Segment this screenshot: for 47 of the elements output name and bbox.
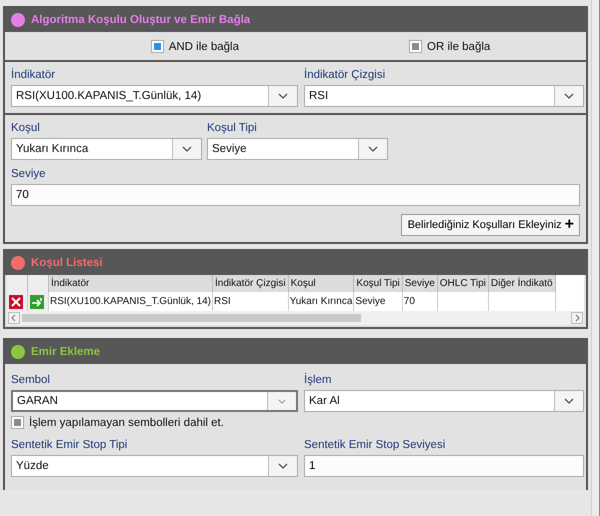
field-label: İşlem bbox=[304, 374, 332, 386]
chevron-down-icon bbox=[278, 93, 288, 99]
field-label: Koşul Tipi bbox=[207, 122, 258, 134]
stop-level-input[interactable]: 1 bbox=[304, 455, 584, 477]
chevron-down-icon bbox=[278, 398, 286, 404]
delete-icon[interactable] bbox=[9, 294, 23, 308]
field-label: İndikatör Çizgisi bbox=[304, 69, 386, 81]
chevron-down-icon bbox=[564, 398, 574, 404]
scroll-left-icon[interactable] bbox=[8, 312, 20, 324]
column-header[interactable]: Koşul bbox=[288, 275, 354, 292]
checkbox[interactable] bbox=[409, 40, 422, 53]
field-label: Sentetik Emir Stop Tipi bbox=[11, 439, 128, 451]
field-label: Sembol bbox=[11, 374, 51, 386]
panel-title: Algoritma Koşulu Oluştur ve Emir Bağla bbox=[31, 14, 250, 26]
checkbox[interactable] bbox=[11, 416, 24, 429]
field-label: İndikatör bbox=[11, 69, 56, 81]
stop-type-dropdown[interactable]: Yüzde bbox=[11, 455, 298, 477]
scroll-right-icon[interactable] bbox=[571, 312, 583, 324]
link-option[interactable]: OR ile bağla bbox=[409, 40, 490, 53]
horizontal-scrollbar[interactable] bbox=[7, 311, 584, 325]
chevron-down-icon bbox=[368, 146, 378, 152]
chevron-down-icon bbox=[278, 463, 288, 469]
condition-dropdown[interactable]: Yukarı Kırınca bbox=[11, 138, 202, 160]
arrow-icon[interactable] bbox=[30, 294, 44, 308]
include-untradable-option[interactable]: İşlem yapılamayan sembolleri dahil et. bbox=[11, 416, 224, 429]
column-header[interactable]: Seviye bbox=[402, 275, 438, 292]
operation-dropdown[interactable]: Kar Al bbox=[304, 390, 584, 412]
column-header[interactable]: Diğer İndikatö bbox=[488, 275, 556, 292]
checkbox[interactable] bbox=[150, 40, 164, 53]
column-header[interactable]: İndikatör bbox=[48, 275, 212, 292]
column-header[interactable]: İndikatör Çizgisi bbox=[212, 275, 288, 292]
field-label: Seviye bbox=[11, 168, 47, 180]
indicator-line-dropdown[interactable]: RSI bbox=[304, 85, 584, 107]
level-input[interactable]: 70 bbox=[11, 184, 580, 206]
chevron-down-icon bbox=[182, 146, 192, 152]
panel-title: Koşul Listesi bbox=[31, 257, 103, 269]
add-conditions-button[interactable]: Belirlediğiniz Koşulları Ekleyiniz + bbox=[400, 214, 580, 236]
indicator-dropdown[interactable]: RSI(XU100.KAPANIS_T.Günlük, 14) bbox=[11, 85, 298, 107]
symbol-dropdown[interactable]: GARAN bbox=[11, 390, 298, 412]
condition-type-dropdown[interactable]: Seviye bbox=[207, 138, 388, 160]
chevron-down-icon bbox=[564, 93, 574, 99]
panel-title: Emir Ekleme bbox=[31, 346, 100, 358]
field-label: Koşul bbox=[11, 122, 41, 134]
column-header[interactable]: OHLC Tipi bbox=[437, 275, 488, 292]
column-header[interactable]: Koşul Tipi bbox=[354, 275, 402, 292]
link-option[interactable]: AND ile bağla bbox=[150, 40, 240, 53]
field-label: Sentetik Emir Stop Seviyesi bbox=[304, 439, 446, 451]
